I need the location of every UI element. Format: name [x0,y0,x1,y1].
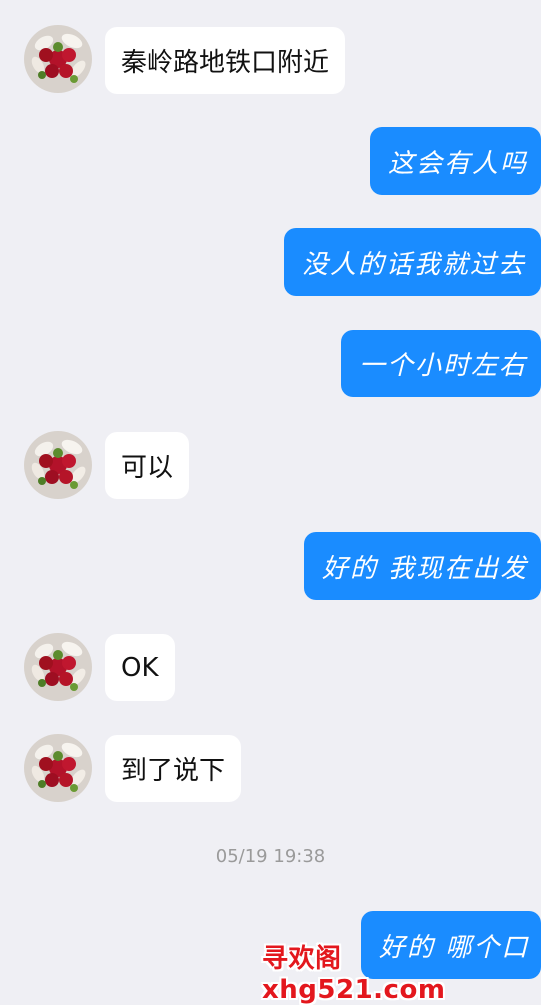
contact-avatar[interactable] [24,734,92,802]
message-text: 这会有人吗 [388,148,529,179]
message-text: 秦岭路地铁口附近 [121,48,330,78]
flower-bouquet-icon [24,25,92,93]
outgoing-message-bubble[interactable]: 一个小时左右 [341,330,541,397]
site-watermark: 寻欢阁xhg521.com [262,943,446,1005]
outgoing-message-bubble[interactable]: 这会有人吗 [370,127,541,195]
message-text: 一个小时左右 [359,351,528,381]
flower-bouquet-icon [24,734,92,802]
message-text: OK [121,652,159,683]
incoming-message-bubble[interactable]: 到了说下 [105,735,242,802]
message-text: 到了说下 [121,756,226,786]
flower-bouquet-icon [24,633,92,701]
message-text: 没人的话我就过去 [302,249,527,280]
outgoing-message-bubble[interactable]: 没人的话我就过去 [284,228,541,296]
contact-avatar[interactable] [24,25,92,93]
contact-avatar[interactable] [24,633,92,701]
incoming-message-bubble[interactable]: OK [105,634,175,701]
message-text: 可以 [121,453,174,483]
incoming-message-bubble[interactable]: 可以 [105,432,190,499]
message-text: 好的 我现在出发 [322,553,529,584]
outgoing-message-bubble[interactable]: 好的 我现在出发 [304,532,541,600]
message-timestamp: 05/19 19:38 [215,846,326,867]
flower-bouquet-icon [24,431,92,499]
incoming-message-bubble[interactable]: 秦岭路地铁口附近 [105,27,346,94]
contact-avatar[interactable] [24,431,92,499]
